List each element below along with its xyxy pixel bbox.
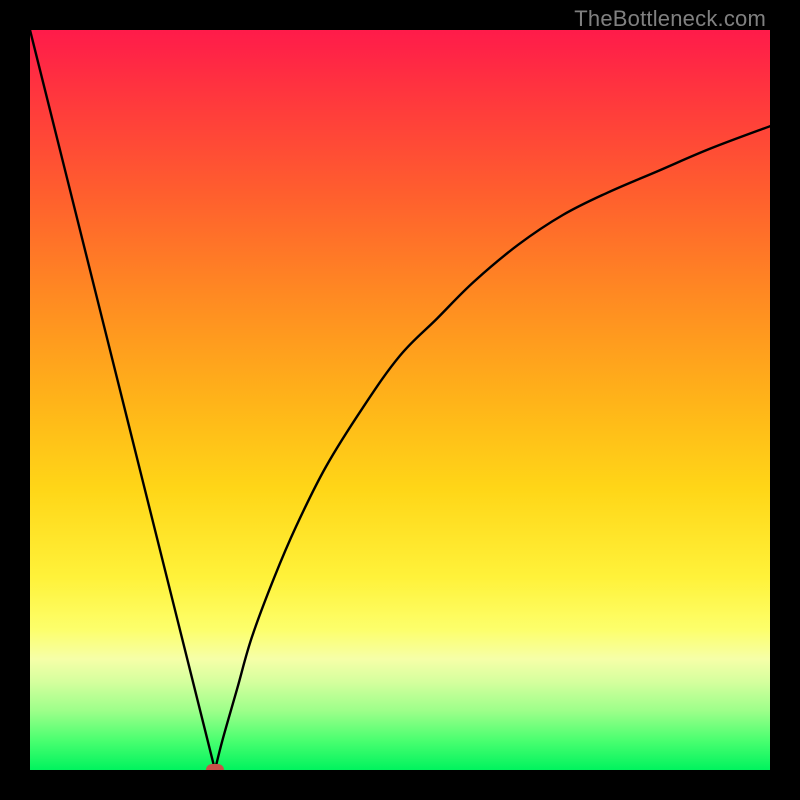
bottleneck-marker (206, 764, 224, 770)
curve-left-branch (30, 30, 215, 770)
watermark-text: TheBottleneck.com (574, 6, 766, 32)
curve-svg (30, 30, 770, 770)
curve-right-branch (215, 126, 770, 770)
chart-frame: TheBottleneck.com (0, 0, 800, 800)
plot-area (30, 30, 770, 770)
